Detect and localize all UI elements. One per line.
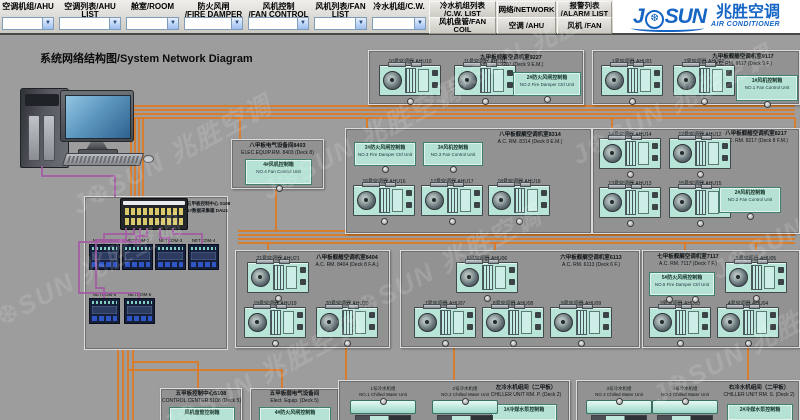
logo-brand: J❆SUN: [633, 5, 706, 29]
toolbar: 空调机组/AHU ▼ 空调列表/AHU LIST ▼ 舱室/ROOM ▼ 防火风…: [0, 0, 800, 35]
toolbar-item-fire-damper: 防火风闸 /FIRE DAMPER ▼: [182, 0, 245, 33]
toolbar-item-ahu: 空调机组/AHU ▼: [0, 0, 56, 33]
ahu-view-button[interactable]: 空调 /AHU: [497, 17, 556, 34]
fire-damper-dropdown[interactable]: ▼: [184, 17, 243, 30]
ahu-list-dropdown[interactable]: ▼: [59, 17, 121, 30]
toolbar-label-ahu: 空调机组/AHU: [0, 0, 56, 11]
logo-swoosh: [631, 24, 704, 32]
toolbar-item-cw-list: 冷水机组列表 /C.W. LIST 风机盘管/FAN COIL: [429, 0, 496, 33]
cw-dropdown[interactable]: ▼: [372, 17, 426, 30]
toolbar-item-cw: 冷水机组/C.W. ▼: [370, 0, 428, 33]
scada-screen: 空调机组/AHU ▼ 空调列表/AHU LIST ▼ 舱室/ROOM ▼ 防火风…: [0, 0, 800, 420]
chevron-down-icon[interactable]: ▼: [167, 18, 178, 29]
toolbar-label-room: 舱室/ROOM: [124, 0, 181, 11]
chevron-down-icon[interactable]: ▼: [297, 18, 308, 29]
chevron-down-icon[interactable]: ▼: [231, 18, 242, 29]
ahu-dropdown[interactable]: ▼: [2, 17, 54, 30]
toolbar-item-fan-list: 风机列表/FAN LIST ▼: [312, 0, 369, 33]
chevron-down-icon[interactable]: ▼: [355, 18, 366, 29]
toolbar-item-room: 舱室/ROOM ▼: [124, 0, 181, 33]
room-dropdown[interactable]: ▼: [126, 17, 179, 30]
josun-logo: J❆SUN 兆胜空调 AIR CONDITIONER: [613, 0, 800, 33]
fan-view-button[interactable]: 风机 /FAN: [557, 17, 612, 34]
fan-coil-button[interactable]: 风机盘管/FAN COIL: [429, 17, 496, 34]
chevron-down-icon[interactable]: ▼: [42, 18, 53, 29]
network-button[interactable]: 网络/NETWORK: [497, 1, 556, 18]
toolbar-item-network: 网络/NETWORK 空调 /AHU: [497, 0, 556, 33]
wiring-purple: [0, 0, 800, 420]
fan-list-dropdown[interactable]: ▼: [314, 17, 367, 30]
toolbar-item-alarm-list: 报警列表 /ALARM LIST 风机 /FAN: [557, 0, 612, 33]
logo-cn-text: 兆胜空调: [716, 5, 780, 21]
cw-list-button[interactable]: 冷水机组列表 /C.W. LIST: [429, 1, 496, 18]
chevron-down-icon[interactable]: ▼: [109, 18, 120, 29]
toolbar-label-cw: 冷水机组/C.W.: [370, 0, 428, 11]
toolbar-item-fan-control: 风机控制 /FAN CONTROL ▼: [246, 0, 311, 33]
toolbar-item-ahu-list: 空调列表/AHU LIST ▼: [57, 0, 123, 33]
fan-control-dropdown[interactable]: ▼: [248, 17, 309, 30]
logo-en-text: AIR CONDITIONER: [711, 21, 780, 29]
alarm-list-button[interactable]: 报警列表 /ALARM LIST: [557, 1, 612, 18]
chevron-down-icon[interactable]: ▼: [414, 18, 425, 29]
